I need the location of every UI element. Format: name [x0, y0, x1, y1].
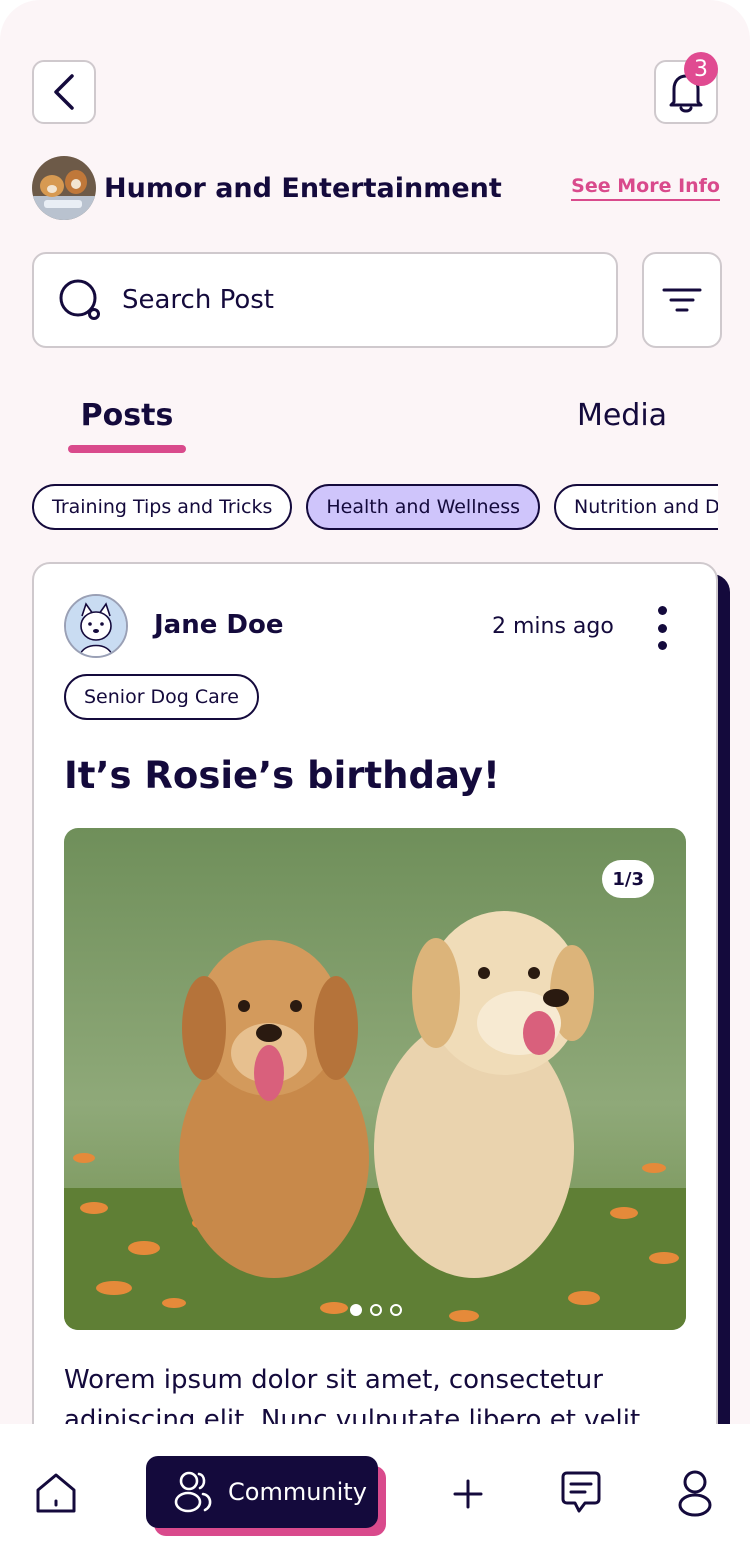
users-icon	[174, 1471, 212, 1513]
active-tab-indicator	[68, 445, 186, 453]
community-avatar[interactable]	[32, 156, 96, 220]
post-author-name[interactable]: Jane Doe	[154, 610, 284, 640]
post-card[interactable]: Jane Doe 2 mins ago Senior Dog Care It’s…	[32, 562, 718, 1560]
post-title: It’s Rosie’s birthday!	[64, 754, 500, 797]
search-icon	[59, 279, 100, 320]
chip-nutrition-diet[interactable]: Nutrition and Diet	[554, 484, 718, 530]
nav-create-post[interactable]	[448, 1474, 488, 1514]
community-feed-screen: 3 Humor and Entertainment See More Info …	[0, 0, 750, 1560]
notification-count-badge: 3	[684, 52, 718, 86]
home-icon	[36, 1473, 76, 1513]
carousel-dot[interactable]	[390, 1304, 402, 1316]
community-title: Humor and Entertainment	[104, 172, 502, 204]
bottom-navigation: Community	[0, 1424, 750, 1560]
filter-icon	[662, 288, 702, 312]
chevron-left-icon	[54, 74, 74, 110]
post-timestamp: 2 mins ago	[492, 614, 614, 639]
tab-posts[interactable]: Posts	[68, 398, 186, 433]
carousel-dot[interactable]	[370, 1304, 382, 1316]
nav-messages[interactable]	[556, 1468, 606, 1518]
filter-button[interactable]	[642, 252, 722, 348]
plus-icon	[453, 1479, 483, 1509]
tab-media[interactable]: Media	[552, 398, 692, 433]
see-more-info-link[interactable]: See More Info	[571, 175, 720, 201]
more-vertical-icon	[657, 606, 667, 615]
post-tag-chip[interactable]: Senior Dog Care	[64, 674, 259, 720]
search-placeholder: Search Post	[122, 285, 274, 315]
carousel-dot-active[interactable]	[350, 1304, 362, 1316]
post-more-options-button[interactable]	[646, 606, 678, 650]
author-avatar[interactable]	[64, 594, 128, 658]
notifications-button[interactable]: 3	[654, 52, 718, 124]
image-counter-badge: 1/3	[602, 860, 654, 898]
chip-health-wellness[interactable]: Health and Wellness	[306, 484, 541, 530]
chat-icon	[561, 1471, 601, 1513]
search-input[interactable]: Search Post	[32, 252, 618, 348]
carousel-pagination	[350, 1304, 402, 1316]
nav-community[interactable]: Community	[146, 1456, 378, 1528]
user-icon	[678, 1470, 712, 1517]
nav-profile[interactable]	[672, 1468, 718, 1518]
community-label: Community	[228, 1478, 367, 1506]
filter-chip-row: Training Tips and Tricks Health and Welln…	[32, 484, 718, 532]
chip-training-tips[interactable]: Training Tips and Tricks	[32, 484, 293, 530]
back-button[interactable]	[32, 60, 96, 124]
post-image-carousel[interactable]: 1/3	[64, 828, 686, 1330]
community-header: Humor and Entertainment See More Info	[32, 156, 720, 220]
nav-home[interactable]	[30, 1470, 82, 1518]
puppies-photo	[64, 828, 686, 1330]
